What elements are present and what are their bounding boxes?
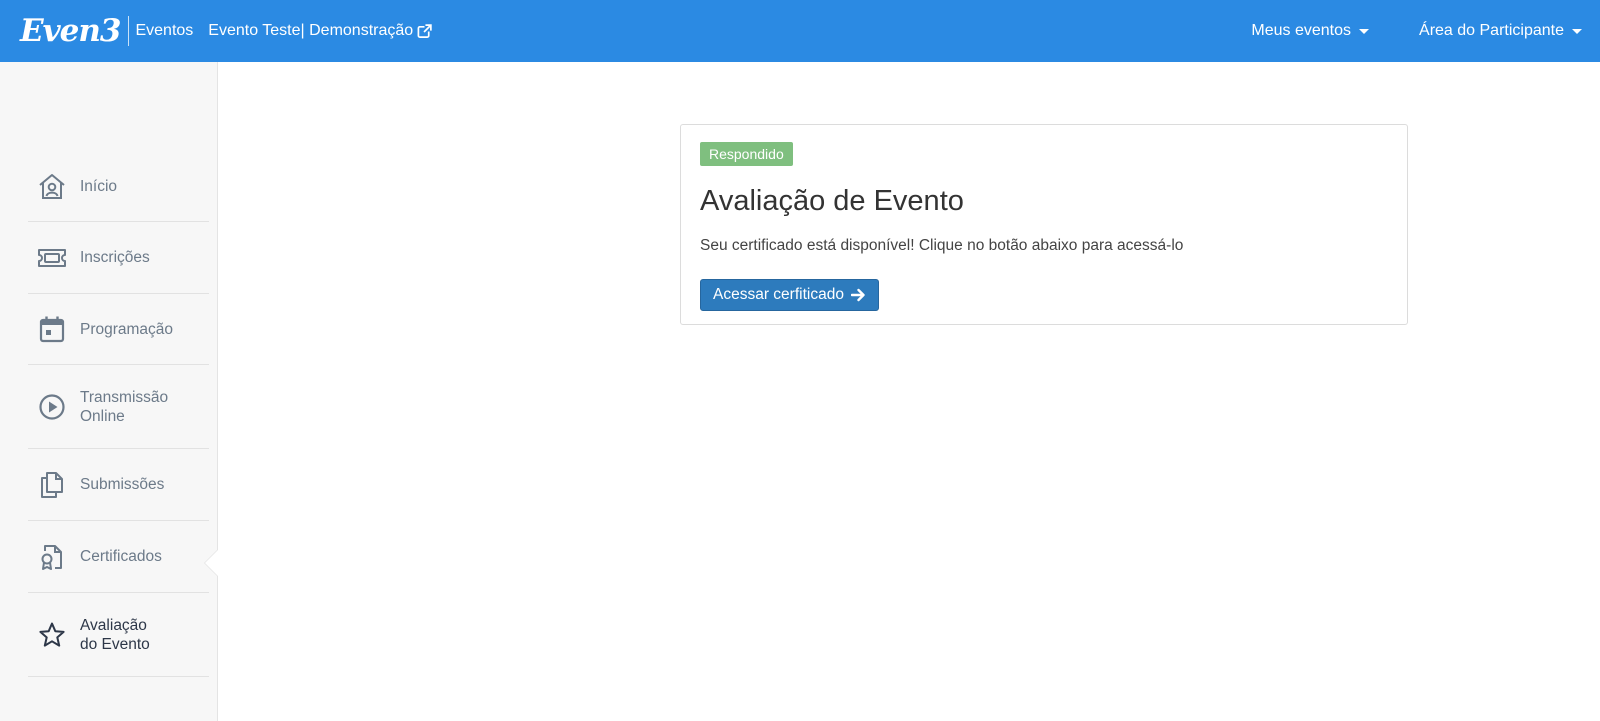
top-navbar: Even3 Eventos Evento Teste| Demonstração… (0, 0, 1600, 62)
sidebar-item-label: Transmissão Online (80, 388, 168, 426)
sidebar-item-label: Programação (80, 320, 174, 338)
calendar-icon (36, 315, 68, 343)
sidebar-item-label: Submissões (80, 476, 165, 493)
even3-logo[interactable]: Even3 (20, 15, 121, 47)
brand-subtitle[interactable]: Eventos (135, 22, 193, 40)
certificate-icon (36, 543, 68, 571)
participant-area-label: Área do Participante (1419, 22, 1564, 39)
sidebar-item-label: Inscrições (80, 249, 150, 266)
play-circle-icon (36, 393, 68, 421)
sidebar-item-label: Início (80, 178, 118, 195)
sidebar-item-inscricoes[interactable]: Inscrições (28, 222, 209, 294)
evaluation-card: Respondido Avaliação de Evento Seu certi… (680, 124, 1408, 325)
logo-divider (128, 16, 130, 46)
sidebar-item-label-line2: Online (80, 407, 125, 425)
event-link[interactable]: Evento Teste| Demonstração (208, 22, 433, 40)
sidebar-item-label-line1: Avaliação (80, 616, 147, 634)
sidebar-item-inicio[interactable]: Início (28, 152, 209, 222)
caret-down-icon (1359, 28, 1370, 34)
star-icon (36, 621, 68, 649)
sidebar-item-label-line2: do Evento (80, 635, 150, 653)
arrow-right-icon (850, 288, 865, 302)
access-certificate-label: Acessar cerfiticado (713, 286, 844, 303)
home-user-icon (36, 173, 68, 201)
status-badge: Respondido (700, 142, 793, 166)
sidebar-item-submissoes[interactable]: Submissões (28, 449, 209, 521)
caret-down-icon (1572, 28, 1582, 34)
sidebar-item-label: Certificados (80, 548, 162, 565)
my-events-menu[interactable]: Meus eventos (1235, 22, 1385, 40)
ticket-icon (36, 247, 68, 269)
certificate-message: Seu certificado está disponível! Clique … (700, 237, 1184, 254)
sidebar-item-label-line1: Transmissão (80, 388, 169, 406)
page-title: Avaliação de Evento (700, 185, 964, 217)
sidebar-item-programacao[interactable]: Programação (28, 294, 209, 365)
event-link-label: Evento Teste| Demonstração (208, 22, 414, 39)
sidebar-item-transmissao-online[interactable]: Transmissão Online (28, 365, 209, 449)
access-certificate-button[interactable]: Acessar cerfiticado (700, 279, 879, 311)
external-link-icon (417, 23, 433, 38)
my-events-label: Meus eventos (1251, 22, 1352, 39)
participant-area-menu[interactable]: Área do Participante (1403, 22, 1600, 40)
sidebar-item-label: Avaliação do Evento (80, 616, 150, 654)
copy-documents-icon (36, 471, 68, 499)
sidebar-item-avaliacao-do-evento[interactable]: Avaliação do Evento (28, 593, 209, 677)
sidebar-item-certificados[interactable]: Certificados (28, 521, 209, 593)
